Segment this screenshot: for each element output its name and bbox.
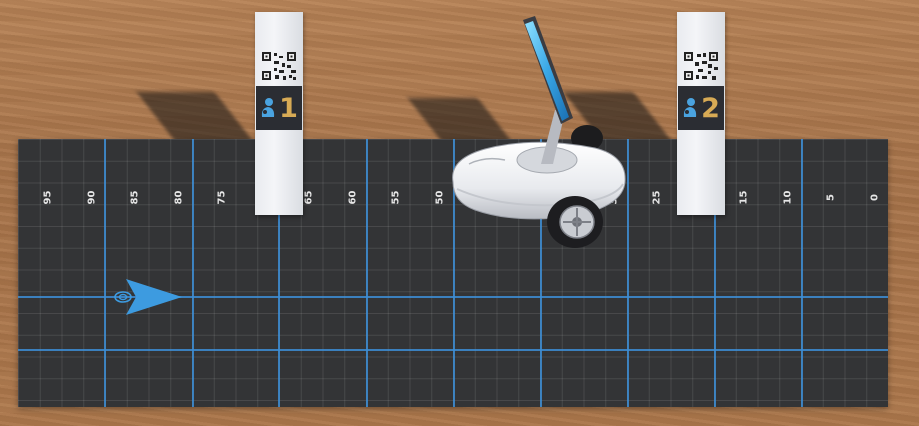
ruler-label: 75 [216,190,228,205]
ruler-label: 90 [86,190,97,205]
grid-major-line [366,139,368,407]
station-number: 1 [279,92,298,124]
ruler-label: 10 [782,190,793,205]
person-icon [683,98,697,117]
ruler-label: 95 [42,190,54,205]
ruler-label: 55 [390,190,402,205]
station-number: 2 [701,92,720,124]
station-badge: 1 [256,86,302,130]
station-badge: 2 [678,86,724,130]
grid-major-line [801,139,803,407]
ruler-label: 0 [869,194,880,201]
ruler-label: 85 [129,190,141,205]
game-scene: 95908580757065605550454035302520151050 1 [0,0,919,426]
ruler-label: 65 [303,190,315,205]
ruler-label: 15 [738,190,750,205]
station-pillar-1[interactable]: 1 [255,12,303,215]
ruler-label: 5 [825,194,837,201]
ruler-label: 80 [173,190,184,205]
robot-car-icon[interactable] [445,14,635,254]
navigation-arrow-icon[interactable] [108,276,188,318]
qr-code-icon [262,52,296,80]
grid-major-line [18,349,888,351]
person-icon [261,98,275,117]
ruler-label: 60 [347,190,358,205]
grid-major-line [192,139,194,407]
ruler-label: 25 [651,190,663,205]
ruler-label: 50 [434,190,445,205]
station-pillar-2[interactable]: 2 [677,12,725,215]
grid-major-line [104,139,106,407]
qr-code-icon [684,52,718,80]
